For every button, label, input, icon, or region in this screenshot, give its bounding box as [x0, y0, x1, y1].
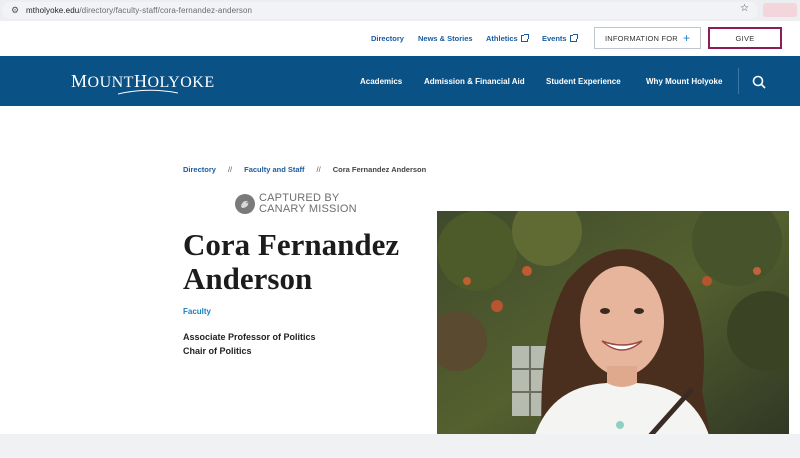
- util-link-events-label: Events: [542, 34, 567, 43]
- profile-role[interactable]: Faculty: [183, 307, 211, 316]
- canary-bird-icon: [235, 194, 255, 214]
- watermark-text: CAPTURED BY CANARY MISSION: [259, 192, 357, 215]
- logo-swoosh-icon: [118, 89, 178, 95]
- external-link-icon: [520, 34, 529, 42]
- profile-title-2: Chair of Politics: [183, 346, 252, 356]
- util-link-events[interactable]: Events: [542, 34, 578, 43]
- breadcrumb-separator: //: [227, 165, 233, 174]
- information-for-label: INFORMATION FOR: [605, 33, 678, 43]
- footer-band: [0, 434, 800, 458]
- canary-bird-glyph-icon: [241, 200, 249, 208]
- breadcrumb-current: Cora Fernandez Anderson: [332, 165, 427, 174]
- breadcrumb-faculty-staff[interactable]: Faculty and Staff: [244, 165, 304, 174]
- profile-titles: Associate Professor of Politics Chair of…: [183, 330, 316, 358]
- site-settings-icon[interactable]: ⚙: [8, 4, 22, 18]
- util-link-athletics[interactable]: Athletics: [486, 34, 529, 43]
- give-button[interactable]: GIVE: [708, 27, 782, 49]
- breadcrumb-directory[interactable]: Directory: [183, 165, 216, 174]
- profile-photo-image: [437, 211, 789, 445]
- util-link-news[interactable]: News & Stories: [418, 34, 473, 43]
- breadcrumb: Directory // Faculty and Staff // Cora Ferna…: [183, 165, 426, 174]
- nav-student-experience[interactable]: Student Experience: [546, 77, 621, 86]
- profile-photo: [437, 211, 789, 445]
- plus-icon: +: [682, 31, 690, 45]
- profile-title-1: Associate Professor of Politics: [183, 332, 316, 342]
- address-bar[interactable]: ⚙ mtholyoke.edu/directory/faculty-staff/…: [2, 2, 758, 19]
- information-for-button[interactable]: INFORMATION FOR +: [594, 27, 701, 49]
- page-title: Cora Fernandez Anderson: [183, 227, 400, 296]
- nav-why-mount-holyoke[interactable]: Why Mount Holyoke: [646, 77, 722, 86]
- browser-toolbar: ⚙ mtholyoke.edu/directory/faculty-staff/…: [0, 0, 800, 21]
- util-link-directory[interactable]: Directory: [371, 34, 404, 43]
- breadcrumb-separator: //: [316, 165, 321, 174]
- canary-mission-watermark: CAPTURED BY CANARY MISSION: [235, 193, 357, 215]
- search-icon[interactable]: [752, 75, 766, 89]
- nav-academics[interactable]: Academics: [360, 77, 402, 86]
- external-link-icon: [569, 34, 578, 42]
- utility-nav: Directory News & Stories Athletics Event…: [0, 21, 800, 56]
- bookmark-star-icon[interactable]: ☆: [740, 3, 749, 14]
- nav-admission[interactable]: Admission & Financial Aid: [424, 77, 525, 86]
- main-nav: MOUNTHOLYOKE Academics Admission & Finan…: [0, 56, 800, 106]
- url-text[interactable]: mtholyoke.edu/directory/faculty-staff/co…: [26, 6, 252, 15]
- profile-chip[interactable]: [763, 3, 797, 17]
- nav-divider: [738, 68, 739, 94]
- util-link-athletics-label: Athletics: [486, 34, 518, 43]
